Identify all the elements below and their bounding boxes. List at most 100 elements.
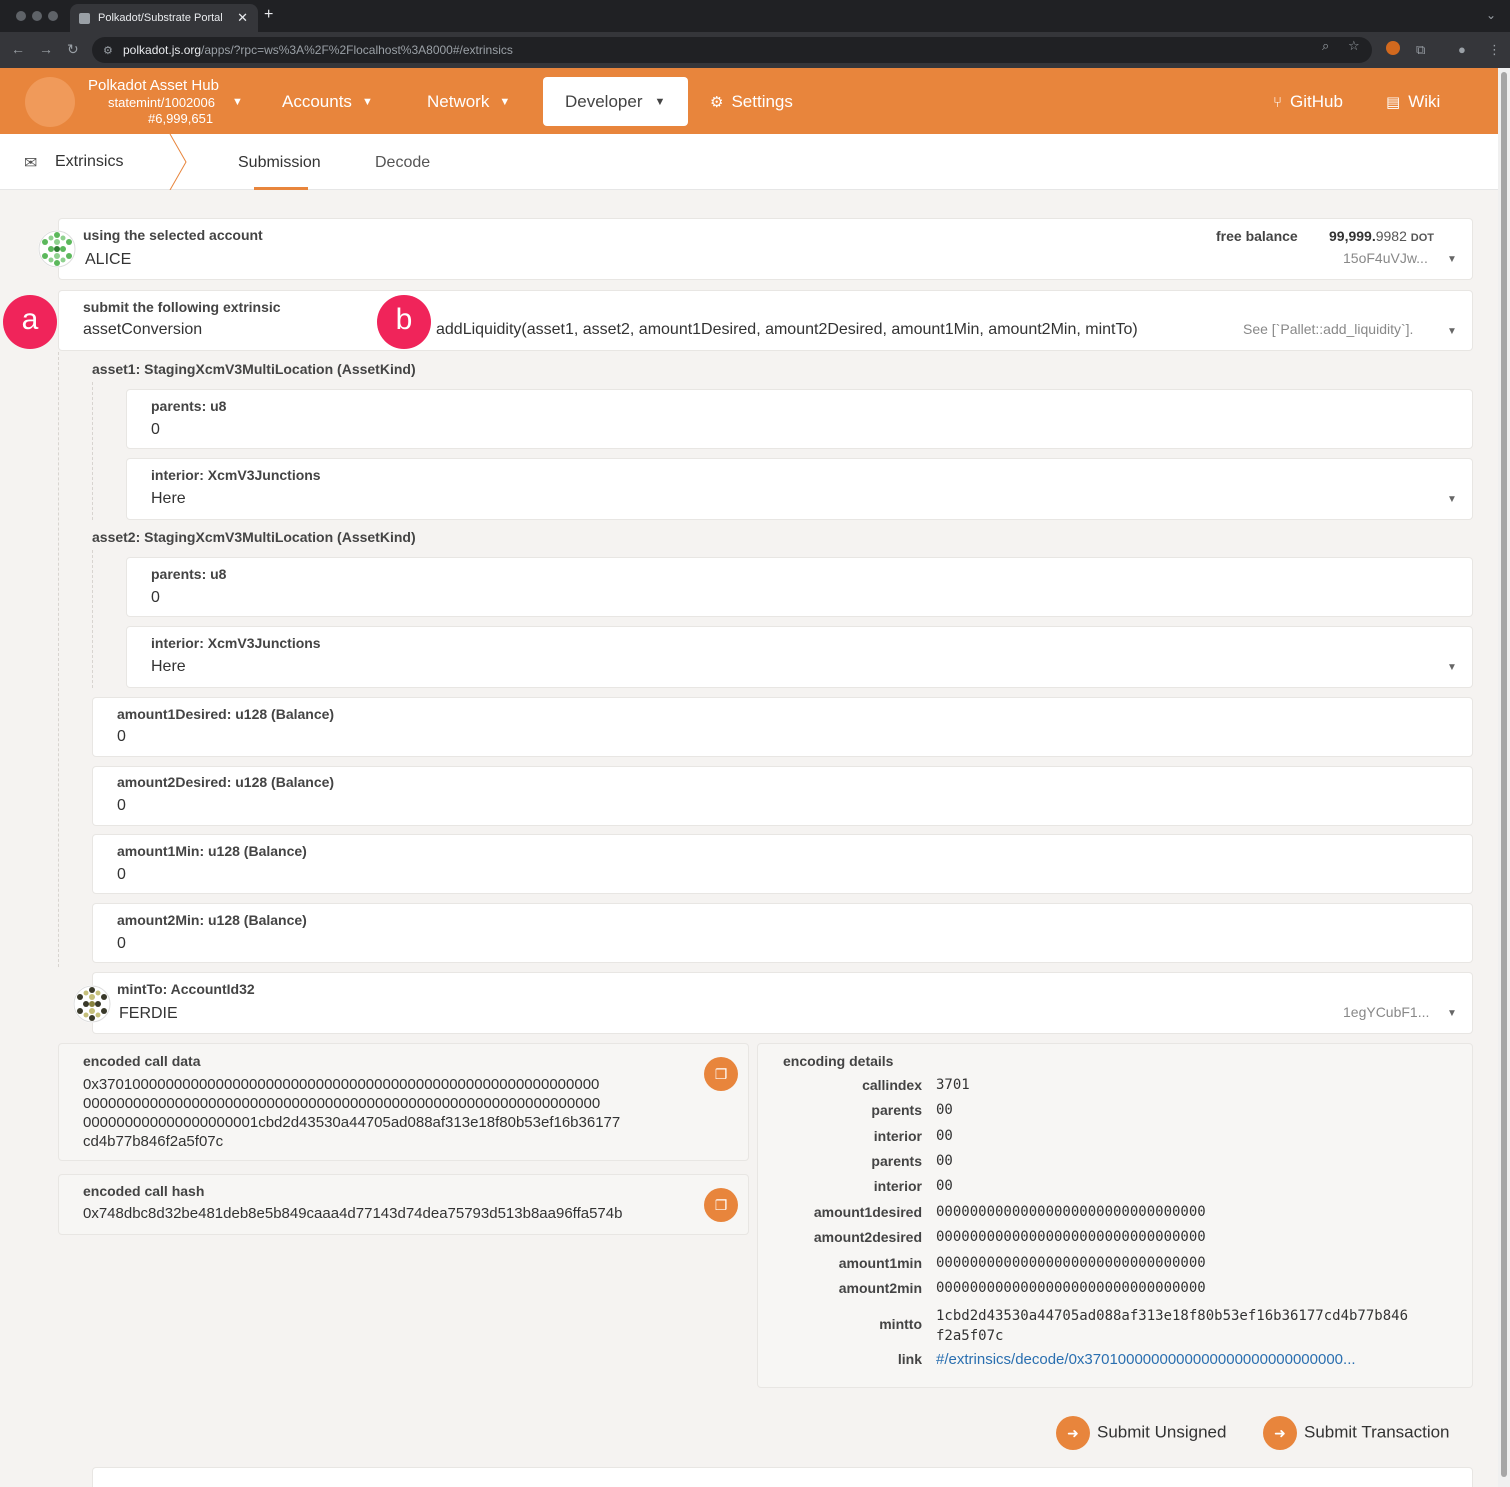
submit-transaction-button[interactable]: ➜ Submit Transaction bbox=[1263, 1416, 1450, 1450]
close-tab-icon[interactable]: ✕ bbox=[237, 10, 248, 26]
forward-arrow-icon[interactable]: → bbox=[39, 41, 53, 57]
new-tab-button[interactable]: + bbox=[264, 6, 273, 24]
amount1desired-label: amount1Desired: u128 (Balance) bbox=[117, 706, 335, 722]
amount2min-value: 0 bbox=[117, 935, 126, 952]
encoded-call-hash-label: encoded call hash bbox=[83, 1183, 205, 1199]
block-number: #6,999,651 bbox=[148, 111, 214, 126]
encoding-row: callindex 3701 bbox=[758, 1077, 1472, 1097]
mintto-account-select[interactable]: mintTo: AccountId32 FERDIE 1egYCubF1... … bbox=[92, 972, 1473, 1034]
chevron-down-icon[interactable]: ▼ bbox=[1447, 254, 1457, 265]
encoded-call-data-label: encoded call data bbox=[83, 1053, 201, 1069]
menu-accounts[interactable]: Accounts ▼ bbox=[282, 92, 373, 112]
params-tree-line bbox=[58, 352, 59, 967]
scrollbar-thumb[interactable] bbox=[1501, 72, 1507, 1477]
caret-down-icon: ▼ bbox=[361, 96, 373, 108]
parents-label: parents: u8 bbox=[151, 398, 227, 414]
chevron-down-icon[interactable]: ▼ bbox=[1447, 494, 1457, 505]
call-doc: See [`Pallet::add_liquidity`]. bbox=[1243, 321, 1414, 337]
asset2-parents-input[interactable]: parents: u8 0 bbox=[126, 557, 1473, 617]
encoding-details-label: encoding details bbox=[783, 1053, 894, 1069]
tab-submission[interactable]: Submission bbox=[238, 154, 321, 172]
menu-network-label: Network bbox=[427, 92, 490, 111]
amount1min-value: 0 bbox=[117, 866, 126, 883]
menu-developer[interactable]: Developer ▼ bbox=[543, 77, 688, 126]
extensions-puzzle-icon[interactable]: ⧉ bbox=[1416, 42, 1425, 58]
encoding-value: 00000000000000000000000000000000 bbox=[936, 1280, 1206, 1296]
amount2desired-input[interactable]: amount2Desired: u128 (Balance) 0 bbox=[92, 766, 1473, 826]
asset1-label: asset1: StagingXcmV3MultiLocation (Asset… bbox=[92, 361, 416, 377]
annotation-badge-b: b bbox=[377, 295, 431, 349]
url-input[interactable]: ⚙ polkadot.js.org/apps/?rpc=ws%3A%2F%2Fl… bbox=[92, 37, 1372, 63]
active-tab-indicator bbox=[254, 187, 308, 190]
bookmark-star-icon[interactable]: ☆ bbox=[1348, 38, 1360, 54]
chain-name[interactable]: Polkadot Asset Hub bbox=[88, 77, 219, 94]
interior-value: Here bbox=[151, 490, 186, 507]
caret-down-icon: ▼ bbox=[499, 96, 511, 108]
tab-search-chevron-icon[interactable]: ⌄ bbox=[1486, 8, 1496, 22]
chevron-down-icon[interactable]: ▼ bbox=[1447, 1008, 1457, 1019]
encoding-key: link bbox=[897, 1351, 922, 1367]
tab-decode[interactable]: Decode bbox=[375, 154, 430, 172]
window-minimize-dot[interactable] bbox=[32, 11, 42, 21]
amount1min-label: amount1Min: u128 (Balance) bbox=[117, 843, 307, 859]
amount2min-label: amount2Min: u128 (Balance) bbox=[117, 912, 307, 928]
encoded-call-hash: 0x748dbc8d32be481deb8e5b849caaa4d77143d7… bbox=[83, 1205, 623, 1222]
encoding-key: parents bbox=[871, 1153, 922, 1169]
call-select[interactable]: addLiquidity(asset1, asset2, amount1Desi… bbox=[436, 321, 1138, 339]
window-close-dot[interactable] bbox=[16, 11, 26, 21]
account-selector[interactable]: using the selected account ALICE free ba… bbox=[58, 218, 1473, 280]
sign-in-icon: ➜ bbox=[1056, 1416, 1090, 1450]
call-data-line: 0x37010000000000000000000000000000000000… bbox=[83, 1076, 600, 1093]
chain-logo[interactable] bbox=[25, 77, 75, 127]
encoding-key: parents bbox=[871, 1102, 922, 1118]
asset1-parents-input[interactable]: parents: u8 0 bbox=[126, 389, 1473, 449]
site-settings-icon[interactable]: ⚙ bbox=[103, 44, 113, 57]
page-scrollbar[interactable] bbox=[1498, 68, 1510, 1487]
encoding-value: 00 bbox=[936, 1153, 953, 1169]
url-host: polkadot.js.org bbox=[123, 43, 202, 57]
account-address: 15oF4uVJw... bbox=[1343, 250, 1428, 266]
menu-settings[interactable]: ⚙ Settings bbox=[710, 92, 793, 112]
encoding-value: 3701 bbox=[936, 1077, 970, 1093]
reload-icon[interactable]: ↻ bbox=[67, 41, 79, 58]
decode-link[interactable]: #/extrinsics/decode/0x370100000000000000… bbox=[936, 1351, 1356, 1368]
zoom-icon[interactable]: ⌕ bbox=[1322, 38, 1329, 54]
asset1-interior-select[interactable]: interior: XcmV3Junctions Here ▼ bbox=[126, 458, 1473, 520]
submit-unsigned-button[interactable]: ➜ Submit Unsigned bbox=[1056, 1416, 1226, 1450]
browser-menu-icon[interactable]: ⋮ bbox=[1488, 42, 1501, 58]
book-icon: ▤ bbox=[1386, 94, 1401, 111]
menu-wiki[interactable]: ▤ Wiki bbox=[1386, 92, 1440, 112]
parents-value: 0 bbox=[151, 589, 160, 606]
profile-icon[interactable]: ● bbox=[1458, 42, 1466, 57]
free-balance-label: free balance bbox=[1216, 228, 1298, 244]
amount1min-input[interactable]: amount1Min: u128 (Balance) 0 bbox=[92, 834, 1473, 894]
alice-identicon bbox=[38, 230, 76, 268]
back-arrow-icon[interactable]: ← bbox=[11, 41, 25, 57]
pallet-select[interactable]: assetConversion bbox=[83, 321, 202, 339]
encoding-key: mintto bbox=[879, 1316, 922, 1332]
encoding-row-mintto: mintto 1cbd2d43530a44705ad088af313e18f80… bbox=[758, 1306, 1472, 1348]
encoding-row: parents 00 bbox=[758, 1153, 1472, 1173]
chain-version[interactable]: statemint/1002006 bbox=[108, 95, 215, 110]
encoding-key: interior bbox=[873, 1178, 922, 1194]
browser-tab-title: Polkadot/Substrate Portal bbox=[98, 12, 223, 24]
encoding-row: amount1desired 00000000000000000000000000… bbox=[758, 1204, 1472, 1224]
call-data-line: 000000000000000000001cbd2d43530a44705ad0… bbox=[83, 1114, 621, 1131]
extension-icon[interactable] bbox=[1386, 41, 1400, 55]
copy-call-data-button[interactable]: ❐ bbox=[704, 1057, 738, 1091]
menu-github-label: GitHub bbox=[1290, 92, 1343, 111]
copy-call-hash-button[interactable]: ❐ bbox=[704, 1188, 738, 1222]
browser-tab[interactable]: Polkadot/Substrate Portal ✕ bbox=[70, 4, 258, 32]
copy-icon: ❐ bbox=[714, 1066, 728, 1082]
chevron-down-icon[interactable]: ▼ bbox=[1447, 662, 1457, 673]
chain-selector-caret-icon[interactable]: ▼ bbox=[232, 96, 243, 108]
asset2-interior-select[interactable]: interior: XcmV3Junctions Here ▼ bbox=[126, 626, 1473, 688]
window-zoom-dot[interactable] bbox=[48, 11, 58, 21]
menu-accounts-label: Accounts bbox=[282, 92, 352, 111]
menu-wiki-label: Wiki bbox=[1408, 92, 1441, 111]
chevron-down-icon[interactable]: ▼ bbox=[1447, 326, 1457, 337]
amount2min-input[interactable]: amount2Min: u128 (Balance) 0 bbox=[92, 903, 1473, 963]
menu-github[interactable]: ⑂ GitHub bbox=[1273, 92, 1343, 112]
amount1desired-input[interactable]: amount1Desired: u128 (Balance) 0 bbox=[92, 697, 1473, 757]
menu-network[interactable]: Network ▼ bbox=[427, 92, 510, 112]
